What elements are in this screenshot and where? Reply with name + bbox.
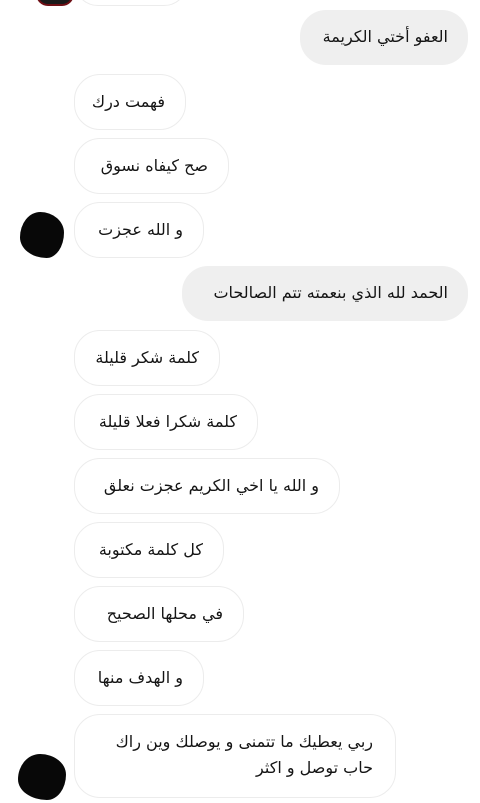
message-text: صح كيفاه نسوق xyxy=(100,156,208,175)
message-text: كلمة شكرا فعلا قليلة xyxy=(98,412,237,431)
message-bubble-incoming[interactable]: فهمت درك xyxy=(74,74,186,130)
message-text: و الهدف منها xyxy=(97,668,183,687)
chat-thread: العفو أختي الكريمة فهمت درك صح كيفاه نسو… xyxy=(0,0,480,803)
message-text: كلمة شكر قليلة xyxy=(95,348,199,367)
message-text: كل كلمة مكتوبة xyxy=(98,540,203,559)
message-text: في محلها الصحيح xyxy=(106,604,223,623)
message-text: ربي يعطيك ما تتمنى و يوصلك وين راك حاب ت… xyxy=(115,732,373,777)
message-bubble-incoming[interactable]: كلمة شكرا فعلا قليلة xyxy=(74,394,258,450)
message-text: و الله يا اخي الكريم عجزت نعلق xyxy=(103,476,319,495)
message-bubble-incoming[interactable]: و الله عجزت xyxy=(74,202,204,258)
avatar[interactable] xyxy=(20,212,64,258)
message-bubble-incoming[interactable]: و الهدف منها xyxy=(74,650,204,706)
message-bubble-outgoing[interactable]: الحمد لله الذي بنعمته تتم الصالحات xyxy=(182,266,468,321)
message-bubble-incoming[interactable]: كلمة شكر قليلة xyxy=(74,330,220,386)
message-bubble-incoming[interactable]: و الله يا اخي الكريم عجزت نعلق xyxy=(74,458,340,514)
message-text: و الله عجزت xyxy=(98,220,183,239)
message-bubble-incoming[interactable]: كل كلمة مكتوبة xyxy=(74,522,224,578)
avatar[interactable] xyxy=(18,754,66,800)
message-bubble-incoming[interactable]: في محلها الصحيح xyxy=(74,586,244,642)
message-text: الحمد لله الذي بنعمته تتم الصالحات xyxy=(213,283,448,302)
message-bubble-outgoing[interactable]: العفو أختي الكريمة xyxy=(300,10,468,65)
message-text: فهمت درك xyxy=(91,92,165,111)
avatar-partial-top xyxy=(36,0,74,6)
message-bubble-partial-top xyxy=(74,0,188,6)
message-bubble-incoming[interactable]: ربي يعطيك ما تتمنى و يوصلك وين راك حاب ت… xyxy=(74,714,396,798)
message-bubble-incoming[interactable]: صح كيفاه نسوق xyxy=(74,138,229,194)
message-text: العفو أختي الكريمة xyxy=(322,27,448,46)
